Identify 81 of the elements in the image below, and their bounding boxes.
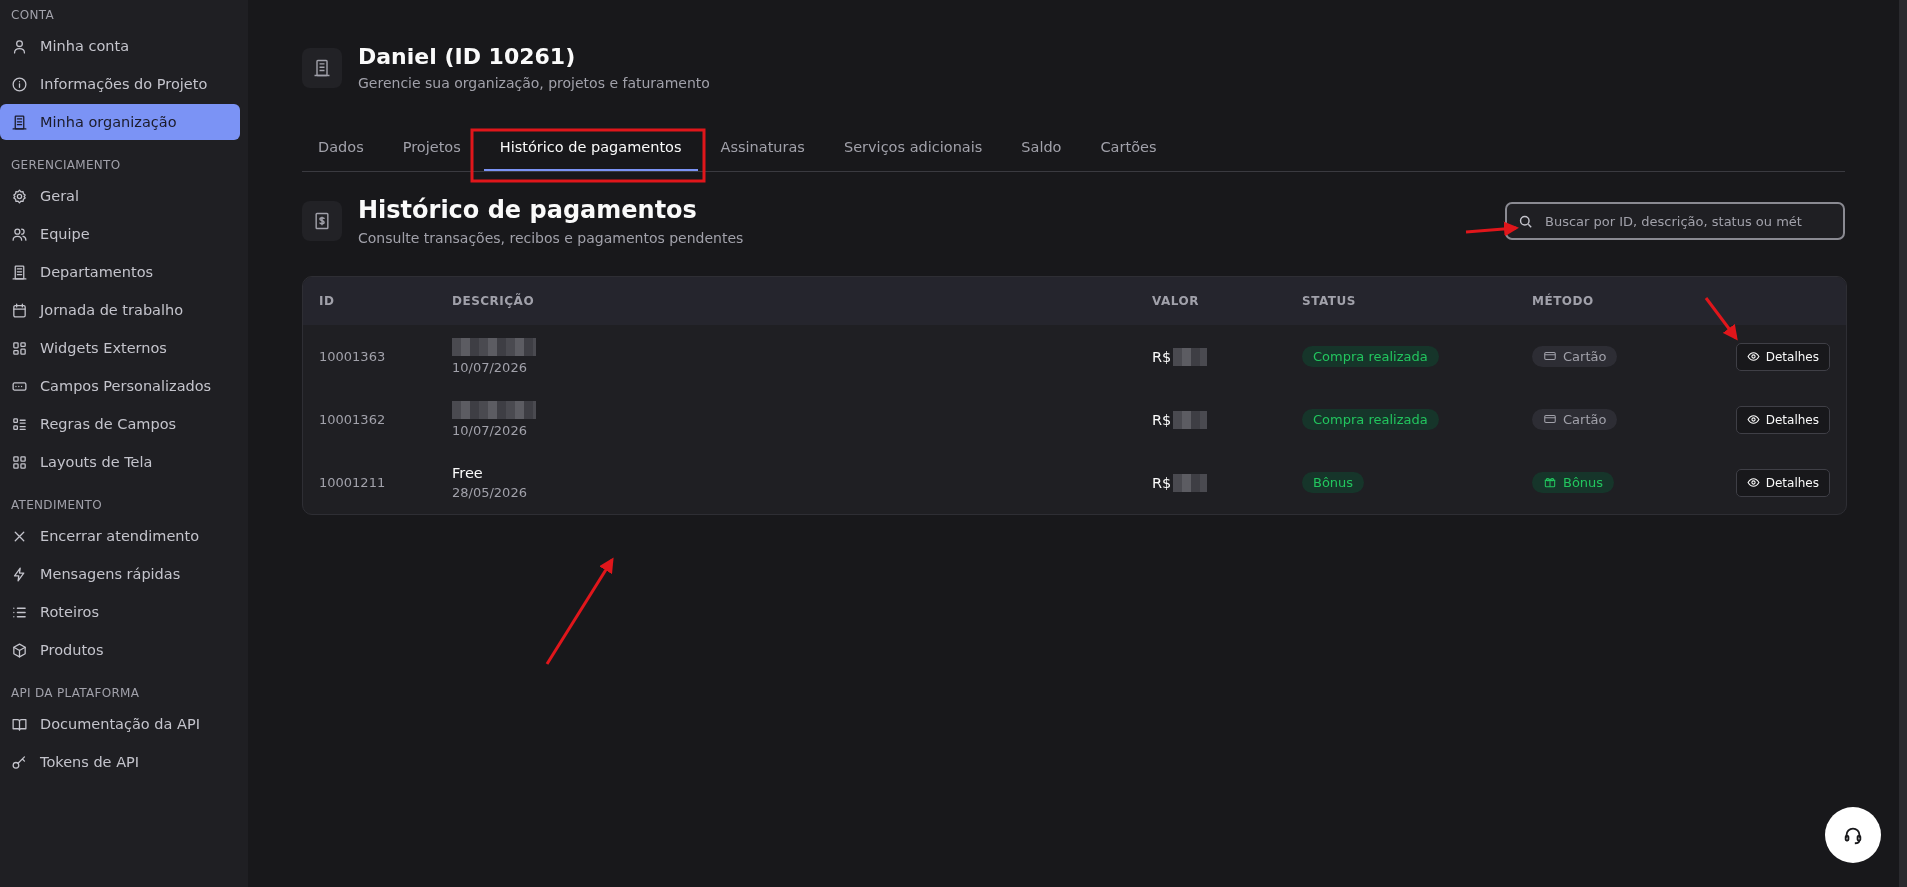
method-badge: Bônus <box>1532 471 1615 493</box>
status-badge: Compra realizada <box>1302 346 1439 367</box>
method-badge: Cartão <box>1532 408 1618 430</box>
table-cell-text: 10001211 <box>318 475 387 490</box>
sidebar-item[interactable]: Documentação da API <box>0 706 240 742</box>
details-button[interactable]: Detalhes <box>1735 468 1830 497</box>
sidebar-item[interactable]: Roteiros <box>0 594 240 630</box>
sidebar-item[interactable]: Widgets Externos <box>0 330 240 366</box>
sidebar-item[interactable]: Campos Personalizados <box>0 368 240 404</box>
pixelated-block <box>1173 347 1208 366</box>
description-text: Free <box>452 465 484 481</box>
details-button[interactable]: Detalhes <box>1735 405 1830 434</box>
sidebar-item[interactable]: Departamentos <box>0 254 240 290</box>
sidebar-item[interactable]: Layouts de Tela <box>0 444 240 480</box>
user-icon <box>11 37 28 55</box>
sidebar-item[interactable]: Informações do Projeto <box>0 66 240 102</box>
sidebar-item[interactable]: Mensagens rápidas <box>0 556 240 592</box>
calendar-icon <box>11 301 28 319</box>
sidebar-item[interactable]: Equipe <box>0 216 240 252</box>
building-icon <box>11 113 28 131</box>
building-icon <box>11 263 28 281</box>
eye-icon <box>1746 413 1760 426</box>
widgets-icon <box>11 339 28 357</box>
section-heading: GERENCIAMENTO <box>10 157 122 174</box>
sidebar-item[interactable]: Regras de Campos <box>0 406 240 442</box>
sidebar-item[interactable]: Geral <box>0 178 240 214</box>
status-badge: Compra realizada <box>1302 409 1439 430</box>
page-title: Daniel (ID 10261) <box>358 44 577 69</box>
table-cell-text: 10001363 <box>318 349 387 364</box>
column-header: ID <box>318 294 336 308</box>
sidebar-item[interactable]: Encerrar atendimento <box>0 518 240 554</box>
tab[interactable]: Saldo <box>1005 127 1078 171</box>
section-subtitle: Consulte transações, recibos e pagamentos pendentes <box>358 230 744 246</box>
sidebar-item[interactable]: Jornada de trabalho <box>0 292 240 328</box>
cube-icon <box>11 641 28 659</box>
annotation-arrow <box>1704 297 1738 341</box>
support-button[interactable] <box>1825 807 1881 863</box>
tab[interactable]: Histórico de pagamentos <box>483 127 698 171</box>
sidebar-item[interactable]: Tokens de API <box>0 744 240 780</box>
column-header: STATUS <box>1301 294 1357 308</box>
eye-icon <box>1746 476 1760 489</box>
column-header: VALOR <box>1151 294 1200 308</box>
column-header: DESCRIÇÃO <box>451 294 536 308</box>
currency-text: R$ <box>1152 348 1172 365</box>
section-title: Histórico de pagamentos <box>358 196 698 224</box>
pixelated-block <box>1173 410 1208 429</box>
search-icon <box>1517 213 1534 230</box>
sidebar-item[interactable]: Minha organização <box>0 104 240 140</box>
list-icon <box>11 415 28 433</box>
annotation-arrow <box>1465 221 1519 237</box>
key-icon <box>11 753 28 771</box>
sidebar-item[interactable]: Produtos <box>0 632 240 668</box>
settings-icon <box>11 187 28 205</box>
status-badge: Bônus <box>1302 472 1365 493</box>
tab[interactable]: Projetos <box>386 127 477 171</box>
pixelated-block <box>1173 473 1208 492</box>
receipt-icon <box>312 211 332 231</box>
search-field[interactable]: Buscar por ID, descrição, status ou mét <box>1505 202 1845 240</box>
sidebar-item[interactable]: Minha conta <box>0 28 240 64</box>
page-subtitle: Gerencie sua organização, projetos e faturamento <box>358 75 710 91</box>
section-heading: ATENDIMENTO <box>10 497 103 514</box>
building-icon <box>312 57 332 78</box>
method-badge: Cartão <box>1532 345 1618 367</box>
tab[interactable]: Dados <box>302 127 380 171</box>
gift-icon <box>1543 475 1557 490</box>
date-text: 28/05/2026 <box>452 485 528 500</box>
currency-text: R$ <box>1152 474 1172 491</box>
date-text: 10/07/2026 <box>452 423 528 438</box>
column-header: MÉTODO <box>1531 294 1595 308</box>
section-heading: API DA PLATAFORMA <box>10 685 141 702</box>
date-text: 10/07/2026 <box>452 360 528 375</box>
details-button[interactable]: Detalhes <box>1735 342 1830 371</box>
section-heading: CONTA <box>10 7 55 24</box>
currency-text: R$ <box>1152 411 1172 428</box>
grid-icon <box>11 453 28 471</box>
eye-icon <box>1746 350 1760 363</box>
tab[interactable]: Cartões <box>1084 127 1173 171</box>
info-icon <box>11 75 28 93</box>
table-cell-text: 10001362 <box>318 412 387 427</box>
tab[interactable]: Serviços adicionais <box>827 127 999 171</box>
tab[interactable]: Assinaturas <box>704 127 821 171</box>
